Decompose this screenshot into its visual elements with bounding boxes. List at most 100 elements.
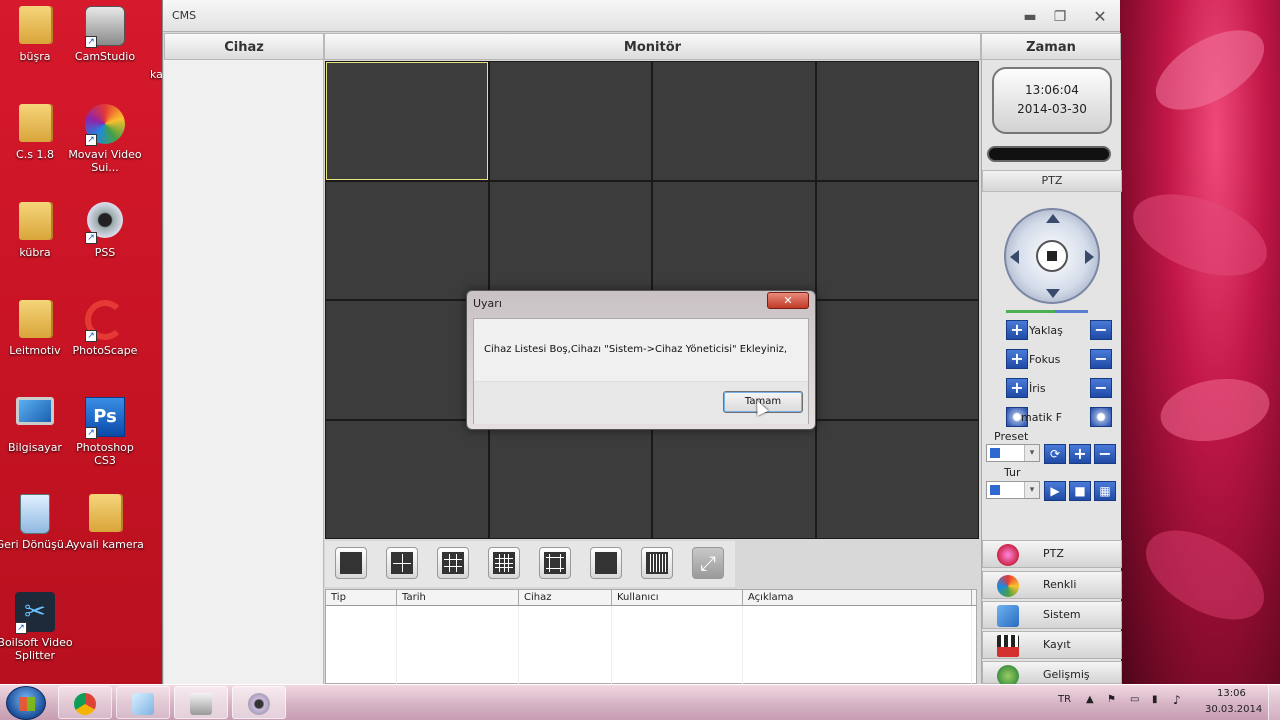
tour-play-button[interactable]: ▶ — [1044, 481, 1066, 501]
layout-36-button[interactable] — [590, 547, 622, 579]
log-column-header[interactable]: Cihaz — [519, 590, 612, 605]
preset-goto-button[interactable]: ⟳ — [1044, 444, 1066, 464]
focus-in-button[interactable]: + — [1006, 349, 1028, 369]
taskbar-chrome[interactable] — [58, 686, 112, 719]
tour-grid-button[interactable]: ▦ — [1094, 481, 1116, 501]
desktop-icon-kubra[interactable]: kübra — [0, 202, 75, 259]
desktop-icon-boilsoft[interactable]: ✂ ↗ Boilsoft Video Splitter — [0, 592, 75, 662]
menu-record-button[interactable]: Kayıt — [982, 631, 1122, 659]
taskbar-notepad[interactable] — [116, 686, 170, 719]
layout-25-button[interactable] — [539, 547, 571, 579]
minimize-button[interactable]: ▬ — [1020, 8, 1040, 26]
desktop-icon-movavi[interactable]: ↗ Movavi Video Sui... — [65, 104, 145, 174]
menu-color-button[interactable]: Renkli — [982, 571, 1122, 599]
video-cell[interactable] — [326, 181, 488, 299]
maximize-button[interactable]: ❐ — [1050, 8, 1070, 26]
arrow-left-icon[interactable] — [1010, 250, 1019, 264]
video-cell[interactable] — [816, 181, 978, 299]
clock-display: 13:06:04 2014-03-30 — [992, 67, 1112, 134]
auto-focus-label: matik F — [1021, 411, 1063, 424]
layout-64-button[interactable] — [641, 547, 673, 579]
ptz-direction-pad[interactable] — [1004, 208, 1100, 304]
cms-icon — [190, 693, 212, 715]
video-cell[interactable] — [326, 62, 488, 180]
tray-expand-icon[interactable]: ▲ — [1086, 694, 1094, 705]
desktop-icon-photoscape[interactable]: ↗ PhotoScape — [65, 300, 145, 357]
desktop-icon-ayvali[interactable]: Ayvali kamera — [65, 494, 145, 551]
volume-icon[interactable]: ♪ — [1173, 693, 1181, 707]
ptz-stop-button[interactable] — [1036, 240, 1068, 272]
network-icon[interactable]: ⚑ — [1107, 694, 1116, 705]
arrow-right-icon[interactable] — [1085, 250, 1094, 264]
zoom-in-button[interactable]: + — [1006, 320, 1028, 340]
video-cell[interactable] — [816, 420, 978, 538]
video-cell[interactable] — [489, 181, 651, 299]
desktop-icon-busra[interactable]: büşra — [0, 6, 75, 63]
arrow-up-icon[interactable] — [1046, 214, 1060, 223]
video-cell[interactable] — [653, 420, 815, 538]
menu-label: PTZ — [1043, 547, 1064, 560]
menu-system-button[interactable]: Sistem — [982, 601, 1122, 629]
preset-remove-button[interactable]: − — [1094, 444, 1116, 464]
preset-select[interactable] — [986, 444, 1040, 462]
menu-advanced-button[interactable]: Gelişmiş — [982, 661, 1122, 687]
video-cell[interactable] — [489, 62, 651, 180]
computer-icon — [16, 397, 54, 425]
desktop-icon-photoshop[interactable]: Ps ↗ Photoshop CS3 — [65, 397, 145, 467]
desktop-icon-pss[interactable]: ↗ PSS — [65, 202, 145, 259]
layout-16-button[interactable] — [488, 547, 520, 579]
taskbar-time[interactable]: 13:06 — [1217, 688, 1246, 699]
log-column-header[interactable]: Açıklama — [743, 590, 972, 605]
battery-icon[interactable]: ▭ — [1130, 694, 1139, 705]
tour-select[interactable] — [986, 481, 1040, 499]
language-indicator[interactable]: TR — [1058, 694, 1071, 705]
video-cell[interactable] — [816, 62, 978, 180]
ptz-speed-slider[interactable] — [1006, 310, 1088, 313]
video-cell[interactable] — [653, 62, 815, 180]
log-column-header[interactable]: Tip — [326, 590, 397, 605]
video-cell[interactable] — [326, 420, 488, 538]
device-tree-panel[interactable] — [164, 60, 324, 684]
preset-add-button[interactable]: + — [1069, 444, 1091, 464]
desktop-icon-leitmotiv[interactable]: Leitmotiv — [0, 300, 75, 357]
layout-9-button[interactable] — [437, 547, 469, 579]
video-cell[interactable] — [489, 420, 651, 538]
fullscreen-button[interactable]: ⤢ — [692, 547, 724, 579]
video-cell[interactable] — [326, 301, 488, 419]
shortcut-arrow-icon: ↗ — [85, 427, 97, 439]
desktop-icon-camstudio[interactable]: ↗ CamStudio — [65, 6, 145, 63]
layout-toolbar: ⤢ — [325, 541, 735, 587]
video-cell[interactable] — [816, 301, 978, 419]
signal-icon[interactable]: ▮ — [1152, 694, 1158, 705]
start-button[interactable] — [6, 686, 46, 720]
focus-out-button[interactable]: − — [1090, 349, 1112, 369]
desktop-icon-recycle-bin[interactable]: Geri Dönüşü... — [0, 494, 75, 551]
iris-close-button[interactable]: − — [1090, 378, 1112, 398]
record-icon — [997, 635, 1019, 657]
log-column-header[interactable]: Tarih — [397, 590, 519, 605]
taskbar-cms[interactable] — [174, 686, 228, 719]
ptz-header: PTZ — [982, 170, 1122, 192]
sixteen-view-icon — [493, 552, 515, 574]
close-button[interactable]: ✕ — [1090, 8, 1110, 26]
video-cell[interactable] — [653, 181, 815, 299]
arrow-down-icon[interactable] — [1046, 289, 1060, 298]
flower-petal — [1143, 14, 1277, 126]
menu-ptz-button[interactable]: PTZ — [982, 540, 1122, 568]
show-desktop-button[interactable] — [1268, 685, 1280, 720]
zoom-out-button[interactable]: − — [1090, 320, 1112, 340]
desktop-icon-cs18[interactable]: C.s 1.8 — [0, 104, 75, 161]
shortcut-arrow-icon: ↗ — [85, 330, 97, 342]
layout-4-button[interactable] — [386, 547, 418, 579]
iris-label: İris — [1029, 382, 1046, 395]
auto-iris-icon[interactable] — [1090, 407, 1112, 427]
dialog-close-button[interactable]: ✕ — [767, 292, 809, 309]
layout-1-button[interactable] — [335, 547, 367, 579]
taskbar-date[interactable]: 30.03.2014 — [1205, 704, 1262, 715]
shortcut-arrow-icon: ↗ — [15, 622, 27, 634]
taskbar-pss[interactable] — [232, 686, 286, 719]
log-column-header[interactable]: Kullanıcı — [612, 590, 743, 605]
desktop-icon-computer[interactable]: Bilgisayar — [0, 397, 75, 454]
tour-stop-button[interactable]: ■ — [1069, 481, 1091, 501]
iris-open-button[interactable]: + — [1006, 378, 1028, 398]
